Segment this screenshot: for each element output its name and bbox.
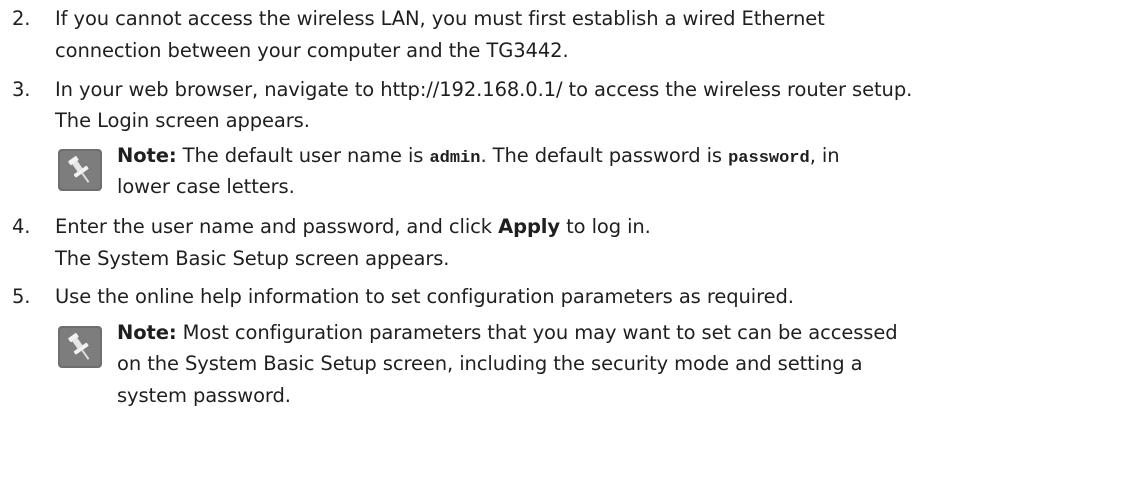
step-text-line: The System Basic Setup screen appears. — [55, 247, 450, 270]
document-page: 2. If you cannot access the wireless LAN… — [0, 0, 1135, 484]
note-label: Note: — [117, 321, 177, 344]
step-text-line: The Login screen appears. — [55, 109, 310, 132]
pushpin-note-icon — [58, 326, 102, 368]
step-text-line: In your web browser, navigate to http://… — [55, 78, 913, 101]
step-number: 2. — [12, 7, 31, 30]
note-line: on the System Basic Setup screen, includ… — [117, 352, 863, 375]
pushpin-note-icon — [58, 149, 102, 191]
step-number: 5. — [12, 285, 31, 308]
note-line: Note: Most configuration parameters that… — [117, 320, 898, 346]
step-text-line: connection between your computer and the… — [55, 39, 569, 62]
note-text: Most configuration parameters that you m… — [176, 321, 898, 344]
note-line: system password. — [117, 384, 291, 407]
note-line: Note: The default user name is admin. Th… — [117, 143, 840, 172]
step-text: Enter the user name and password, and cl… — [55, 215, 499, 238]
step-text: to log in. — [560, 215, 651, 238]
step-number: 4. — [12, 215, 31, 238]
step-text-line: Enter the user name and password, and cl… — [55, 214, 651, 240]
note-text: . The default password is — [480, 144, 729, 167]
note-text: , in — [809, 144, 840, 167]
apply-label: Apply — [498, 215, 560, 238]
step-text-line: Use the online help information to set c… — [55, 285, 794, 308]
step-text-line: If you cannot access the wireless LAN, y… — [55, 7, 825, 30]
note-text: The default user name is — [176, 144, 430, 167]
code-username: admin — [429, 149, 481, 168]
note-label: Note: — [117, 144, 177, 167]
note-line: lower case letters. — [117, 175, 295, 198]
step-number: 3. — [12, 78, 31, 101]
code-password: password — [728, 149, 810, 168]
